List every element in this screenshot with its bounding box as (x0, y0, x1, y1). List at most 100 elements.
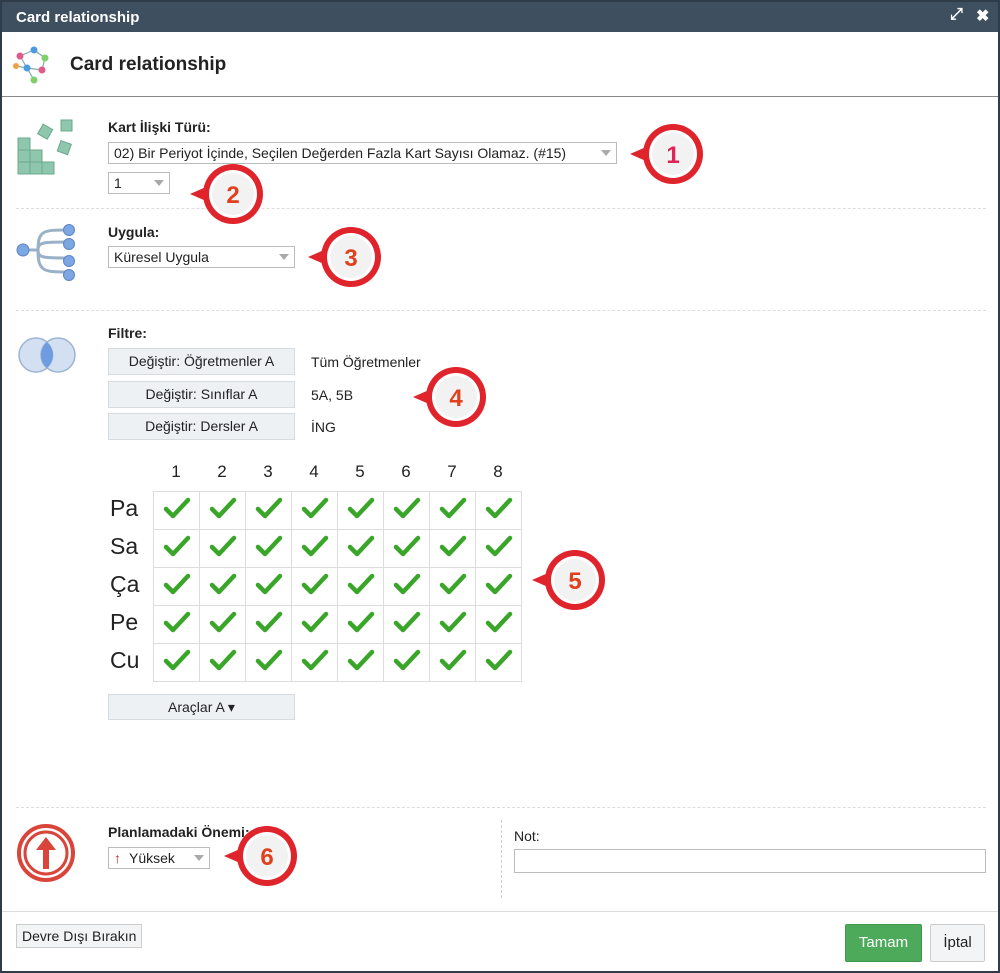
grid-cell[interactable] (337, 643, 384, 682)
network-graph-icon (13, 46, 49, 84)
checkmark-icon (439, 649, 466, 671)
grid-cell[interactable] (475, 529, 522, 568)
note-label: Not: (514, 828, 540, 844)
grid-cell[interactable] (291, 529, 338, 568)
close-icon[interactable]: ✖ (976, 6, 989, 26)
grid-cell[interactable] (291, 643, 338, 682)
grid-cell[interactable] (291, 491, 338, 530)
tools-dropdown-button[interactable]: Araçlar A ▾ (108, 694, 295, 720)
grid-cell[interactable] (337, 567, 384, 606)
vertical-separator (501, 820, 502, 898)
grid-cell[interactable] (199, 605, 246, 644)
grid-cell[interactable] (429, 529, 476, 568)
grid-cell[interactable] (291, 567, 338, 606)
grid-cell[interactable] (199, 491, 246, 530)
grid-cell[interactable] (153, 605, 200, 644)
checkmark-icon (209, 535, 236, 557)
grid-cell[interactable] (429, 643, 476, 682)
grid-column-header[interactable]: 3 (245, 462, 291, 482)
grid-row-header[interactable]: Pe (110, 609, 150, 636)
importance-select[interactable]: ↑ Yüksek (108, 847, 210, 869)
grid-cell[interactable] (245, 491, 292, 530)
checkmark-icon (209, 611, 236, 633)
grid-cell[interactable] (429, 605, 476, 644)
grid-column-header[interactable]: 6 (383, 462, 429, 482)
grid-column-header[interactable]: 7 (429, 462, 475, 482)
grid-cell[interactable] (245, 567, 292, 606)
callout-marker: 1 (628, 121, 708, 187)
grid-column-header[interactable]: 5 (337, 462, 383, 482)
change-subjects-button[interactable]: Değiştir: Dersler A (108, 413, 295, 440)
ok-button[interactable]: Tamam (845, 924, 922, 962)
maximize-icon[interactable]: ⤢ (950, 6, 963, 24)
grid-cell[interactable] (383, 605, 430, 644)
grid-cell[interactable] (199, 643, 246, 682)
change-teachers-button[interactable]: Değiştir: Öğretmenler A (108, 348, 295, 375)
grid-cell[interactable] (291, 605, 338, 644)
tree-branch-icon (16, 224, 75, 281)
apply-select[interactable]: Küresel Uygula (108, 246, 295, 268)
grid-cell[interactable] (153, 491, 200, 530)
grid-column-header[interactable]: 2 (199, 462, 245, 482)
checkmark-icon (255, 611, 282, 633)
checkmark-icon (485, 573, 512, 595)
checkmark-icon (485, 535, 512, 557)
chevron-down-icon (601, 150, 611, 156)
checkmark-icon (163, 573, 190, 595)
grid-cell[interactable] (475, 605, 522, 644)
grid-cell[interactable] (429, 491, 476, 530)
grid-cell[interactable] (245, 643, 292, 682)
change-classes-button[interactable]: Değiştir: Sınıflar A (108, 381, 295, 408)
grid-cell[interactable] (383, 567, 430, 606)
grid-cell[interactable] (153, 567, 200, 606)
grid-cell[interactable] (245, 605, 292, 644)
grid-cell[interactable] (337, 529, 384, 568)
grid-cell[interactable] (337, 605, 384, 644)
filter-label: Filtre: (108, 325, 147, 341)
svg-text:1: 1 (666, 142, 679, 169)
grid-row-header[interactable]: Sa (110, 533, 150, 560)
checkmark-icon (255, 497, 282, 519)
checkmark-icon (393, 649, 420, 671)
checkmark-icon (255, 649, 282, 671)
disable-button[interactable]: Devre Dışı Bırakın (16, 924, 143, 948)
grid-column-header[interactable]: 8 (475, 462, 521, 482)
grid-cell[interactable] (475, 567, 522, 606)
grid-cell[interactable] (475, 643, 522, 682)
checkmark-icon (255, 535, 282, 557)
grid-cell[interactable] (475, 491, 522, 530)
grid-cell[interactable] (153, 643, 200, 682)
grid-cell[interactable] (383, 529, 430, 568)
grid-cell[interactable] (245, 529, 292, 568)
checkmark-icon (347, 611, 374, 633)
grid-cell[interactable] (199, 529, 246, 568)
grid-cell[interactable] (429, 567, 476, 606)
grid-row (153, 605, 522, 644)
cancel-button[interactable]: İptal (930, 924, 985, 962)
dialog-footer: Devre Dışı Bırakın Tamam İptal (2, 911, 998, 971)
relation-count-select[interactable]: 1 (108, 172, 170, 194)
chevron-down-icon (194, 855, 204, 861)
card-relationship-dialog: Card relationship ⤢ ✖ Card relationship (0, 0, 1000, 973)
title-bar: Card relationship ⤢ ✖ (2, 2, 998, 32)
grid-row-header[interactable]: Pa (110, 495, 150, 522)
checkmark-icon (163, 649, 190, 671)
grid-column-header[interactable]: 4 (291, 462, 337, 482)
blocks-icon (17, 119, 73, 175)
note-input[interactable] (514, 849, 986, 873)
grid-column-header[interactable]: 1 (153, 462, 199, 482)
grid-row-header[interactable]: Cu (110, 647, 150, 674)
relation-type-select[interactable]: 02) Bir Periyot İçinde, Seçilen Değerden… (108, 142, 617, 164)
grid-cell[interactable] (337, 491, 384, 530)
checkmark-icon (255, 573, 282, 595)
grid-cell[interactable] (383, 491, 430, 530)
svg-text:3: 3 (344, 245, 357, 272)
grid-cell[interactable] (199, 567, 246, 606)
checkmark-icon (163, 497, 190, 519)
grid-row-header[interactable]: Ça (110, 571, 150, 598)
grid-cell[interactable] (153, 529, 200, 568)
grid-cell[interactable] (383, 643, 430, 682)
checkmark-icon (347, 497, 374, 519)
checkmark-icon (347, 573, 374, 595)
checkmark-icon (485, 611, 512, 633)
